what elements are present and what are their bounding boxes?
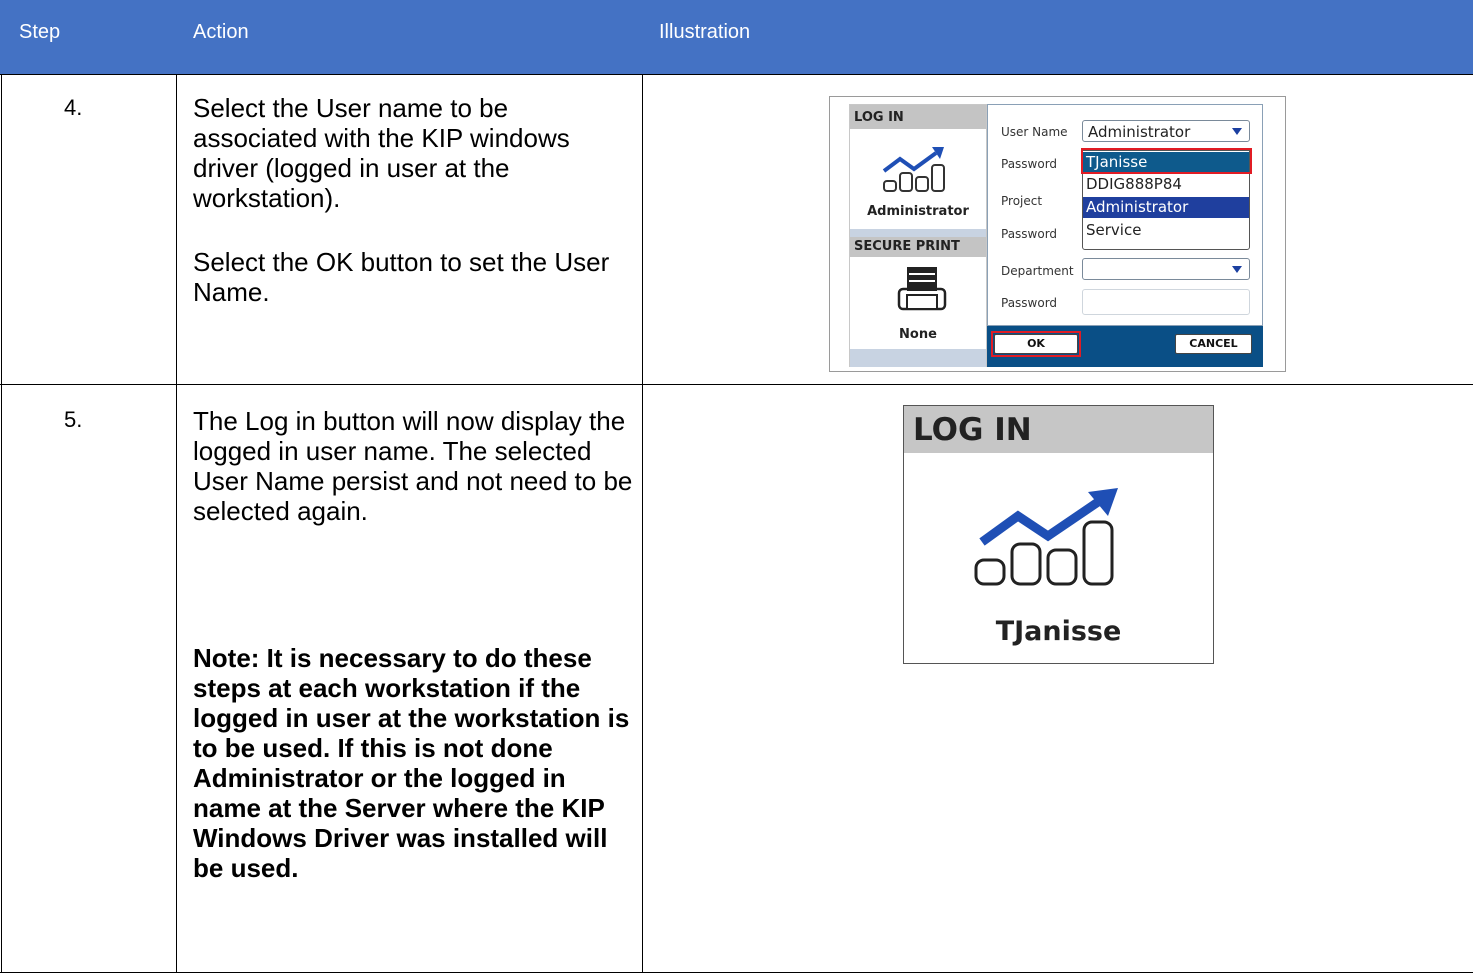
ok-highlight-outline — [991, 331, 1081, 357]
login-panel-user: Administrator — [867, 204, 969, 219]
row-divider — [0, 74, 1473, 75]
chart-trend-icon — [974, 488, 1118, 586]
department-select[interactable] — [1082, 258, 1250, 280]
login-dialog-screenshot: LOG IN Administrator SECURE PRINT None U… — [829, 96, 1286, 372]
login-button-title: LOG IN — [913, 412, 1032, 448]
password-label: Password — [1001, 296, 1058, 310]
column-divider — [642, 74, 643, 973]
header-step: Step — [19, 21, 61, 43]
login-dialog: User Name Password Project Password Depa… — [987, 104, 1263, 367]
table-header: Step Action Illustration — [0, 0, 1473, 74]
step-instruction: Select the OK button to set the User Nam… — [193, 247, 610, 307]
header-illustration: Illustration — [659, 21, 751, 43]
user-name-select[interactable]: Administrator — [1082, 120, 1250, 142]
printer-icon — [897, 267, 947, 311]
password-label: Password — [1001, 157, 1058, 171]
login-side-panel: LOG IN Administrator SECURE PRINT None — [849, 104, 987, 367]
step-number: 4. — [64, 95, 83, 120]
step-instruction: The Log in button will now display the l… — [193, 406, 633, 526]
user-name-label: User Name — [1001, 125, 1068, 139]
user-name-value: Administrator — [1088, 123, 1191, 141]
dropdown-arrow-icon — [1232, 266, 1242, 273]
project-label: Project — [1001, 194, 1043, 208]
step-instruction: Select the User name to be associated wi… — [193, 93, 570, 213]
department-password-field[interactable] — [1082, 289, 1250, 315]
column-divider — [1, 74, 2, 973]
step-note: Note: It is necessary to do these steps … — [193, 643, 630, 883]
selection-highlight-outline — [1081, 148, 1252, 174]
dropdown-option[interactable]: DDIG888P84 — [1083, 174, 1249, 195]
step-number: 5. — [64, 407, 83, 432]
login-button-user: TJanisse — [995, 616, 1122, 647]
dropdown-arrow-icon — [1232, 128, 1242, 135]
column-divider — [176, 74, 177, 973]
secure-print-value: None — [899, 327, 937, 342]
dropdown-option[interactable]: Service — [1083, 220, 1249, 241]
chart-trend-icon — [882, 147, 945, 192]
login-panel-title: LOG IN — [854, 110, 904, 125]
row-divider — [0, 384, 1473, 385]
secure-print-title: SECURE PRINT — [854, 239, 960, 254]
row-divider — [0, 972, 1473, 973]
dropdown-option[interactable]: Administrator — [1083, 197, 1249, 218]
department-label: Department — [1001, 264, 1074, 278]
password-label: Password — [1001, 227, 1058, 241]
cancel-button[interactable]: CANCEL — [1175, 334, 1252, 354]
header-action: Action — [193, 21, 249, 43]
login-button-screenshot: LOG IN TJanisse — [903, 405, 1214, 664]
